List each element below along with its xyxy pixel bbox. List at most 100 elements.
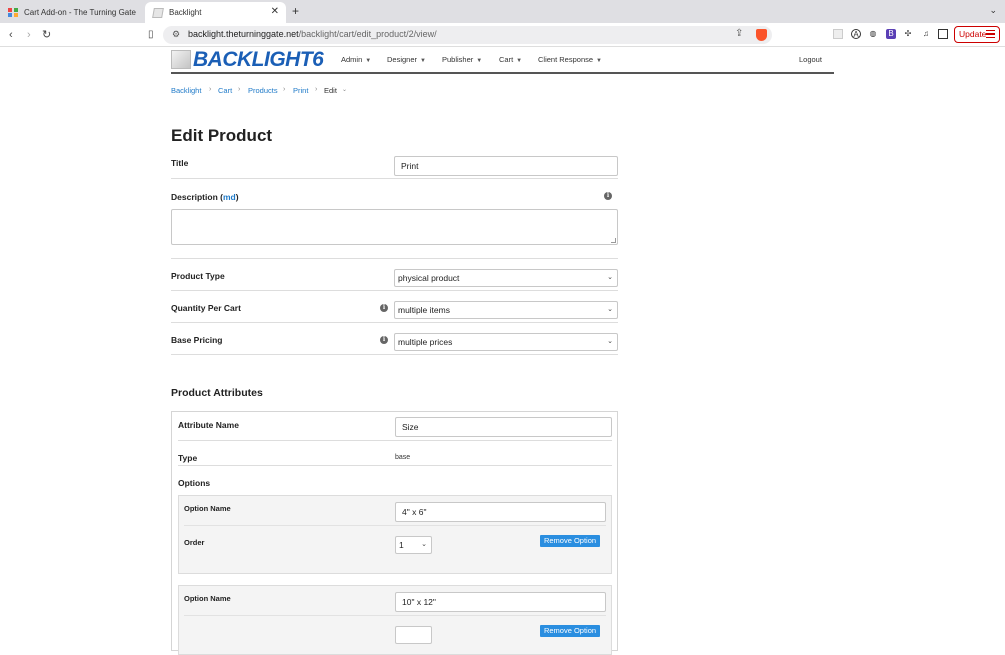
update-button[interactable]: Update — [954, 26, 1000, 43]
menu-publisher[interactable]: Publisher ▼ — [442, 55, 482, 64]
extension-badge-icon[interactable]: B — [886, 29, 896, 39]
address-url[interactable]: backlight.theturninggate.net/backlight/c… — [188, 29, 437, 39]
description-label: Description (md) — [171, 192, 239, 202]
chevron-right-icon: › — [283, 86, 286, 93]
attribute-panel: Attribute Name Size Type base Options Op… — [171, 411, 618, 655]
chevron-down-icon: ▼ — [365, 58, 372, 64]
product-attributes-heading: Product Attributes — [171, 387, 263, 399]
chevron-down-icon: ▼ — [420, 58, 426, 64]
tab-cart-addon[interactable]: Cart Add-on - The Turning Gate — [0, 2, 142, 23]
type-value: base — [395, 454, 411, 461]
breadcrumb-print[interactable]: Print — [293, 86, 308, 95]
chevron-right-icon: › — [315, 86, 318, 93]
chevron-down-icon: ⌄ — [607, 338, 613, 345]
options-label: Options — [178, 478, 211, 488]
menu-designer[interactable]: Designer ▼ — [387, 55, 426, 64]
divider — [171, 290, 618, 291]
chevron-down-icon: ⌄ — [607, 306, 613, 313]
quantity-per-cart-select[interactable]: multiple items ⌄ — [394, 301, 618, 319]
close-tab-icon[interactable]: ✕ — [271, 6, 279, 17]
type-label: Type — [178, 453, 198, 463]
menu-admin[interactable]: Admin ▼ — [341, 55, 371, 64]
page-favicon-icon — [152, 7, 164, 18]
chevron-down-icon: ▼ — [516, 58, 523, 64]
back-icon[interactable]: ‹ — [9, 28, 13, 42]
chevron-down-icon: ⌄ — [607, 274, 613, 281]
product-type-label: Product Type — [171, 271, 225, 281]
chevron-down-icon[interactable]: ⌄ — [342, 86, 347, 93]
chevron-right-icon: › — [238, 86, 241, 93]
divider — [171, 322, 618, 323]
brave-shield-icon[interactable] — [756, 29, 767, 41]
base-pricing-select[interactable]: multiple prices ⌄ — [394, 333, 618, 351]
resize-handle-icon[interactable] — [611, 238, 616, 243]
site-settings-icon[interactable]: ⚙ — [172, 29, 180, 40]
attribute-name-input[interactable]: Size — [395, 417, 612, 437]
divider — [178, 465, 612, 466]
order-select[interactable] — [395, 626, 432, 644]
browser-toolbar: ‹ › ↻ ▯ ⚙ backlight.theturninggate.net/b… — [0, 23, 1005, 47]
breadcrumb-backlight[interactable]: Backlight — [171, 86, 201, 95]
address-bar[interactable]: ⚙ backlight.theturninggate.net/backlight… — [163, 26, 772, 44]
menu-cart[interactable]: Cart ▼ — [499, 55, 522, 64]
order-select[interactable]: 1 ⌄ — [395, 536, 432, 554]
menu-client-response[interactable]: Client Response ▼ — [538, 55, 602, 64]
extension-blank-icon[interactable] — [833, 29, 843, 39]
bookmark-icon[interactable]: ▯ — [148, 28, 154, 42]
tab-list-chevron-icon[interactable]: ⌄ — [989, 5, 997, 16]
logo[interactable]: BACKLIGHT6 — [193, 48, 324, 72]
quantity-per-cart-label: Quantity Per Cart — [171, 303, 241, 313]
browser-tab-bar: Cart Add-on - The Turning Gate Backlight… — [0, 0, 1005, 23]
site-header: BACKLIGHT6 Admin ▼ Designer ▼ Publisher ▼ C… — [171, 48, 834, 74]
info-icon[interactable]: i — [604, 192, 612, 200]
logo-mark — [171, 50, 191, 69]
option-card: Option Name 10" x 12" Remove Option — [178, 585, 612, 655]
attribute-name-label: Attribute Name — [178, 420, 239, 430]
option-name-label: Option Name — [184, 504, 231, 513]
tab-title: Backlight — [169, 8, 202, 17]
menu-icon — [986, 30, 995, 38]
reload-icon[interactable]: ↻ — [42, 28, 51, 42]
divider — [171, 178, 618, 179]
markdown-link[interactable]: md — [223, 192, 236, 202]
info-icon[interactable]: i — [380, 336, 388, 344]
title-label: Title — [171, 158, 189, 168]
breadcrumb-products[interactable]: Products — [248, 86, 278, 95]
turning-gate-favicon-icon — [8, 7, 18, 18]
breadcrumb-cart[interactable]: Cart — [218, 86, 232, 95]
order-label: Order — [184, 538, 205, 547]
divider — [171, 258, 618, 259]
chevron-down-icon: ⌄ — [421, 541, 427, 548]
breadcrumb-edit: Edit — [324, 86, 337, 95]
sidebar-icon[interactable] — [938, 29, 948, 39]
option-name-input[interactable]: 4" x 6" — [395, 502, 606, 522]
info-icon[interactable]: i — [380, 304, 388, 312]
divider — [184, 525, 606, 526]
title-input[interactable]: Print — [394, 156, 618, 176]
product-type-select[interactable]: physical product ⌄ — [394, 269, 618, 287]
tab-backlight[interactable]: Backlight ✕ — [145, 2, 286, 23]
chevron-down-icon: ▼ — [596, 58, 602, 64]
logout-link[interactable]: Logout — [799, 55, 822, 64]
media-icon[interactable]: ♫ — [921, 29, 931, 39]
chevron-right-icon: › — [209, 86, 212, 93]
option-name-input[interactable]: 10" x 12" — [395, 592, 606, 612]
extension-a-icon[interactable]: A — [851, 29, 861, 39]
extension-globe-icon[interactable]: ◍ — [868, 29, 878, 39]
divider — [178, 440, 612, 441]
share-icon[interactable]: ⇪ — [735, 28, 743, 39]
remove-option-button[interactable]: Remove Option — [540, 625, 600, 637]
base-pricing-label: Base Pricing — [171, 335, 223, 345]
remove-option-button[interactable]: Remove Option — [540, 535, 600, 547]
extensions-puzzle-icon[interactable]: ✣ — [903, 29, 913, 39]
page-title: Edit Product — [171, 126, 273, 145]
option-card: Option Name 4" x 6" Order 1 ⌄ Remove Opti… — [178, 495, 612, 574]
divider — [184, 615, 606, 616]
forward-icon[interactable]: › — [27, 28, 31, 42]
chevron-down-icon: ▼ — [476, 58, 483, 64]
option-name-label: Option Name — [184, 594, 231, 603]
new-tab-icon[interactable]: + — [292, 4, 299, 18]
divider — [171, 354, 618, 355]
tab-title: Cart Add-on - The Turning Gate — [24, 8, 136, 17]
description-textarea[interactable] — [171, 209, 618, 245]
